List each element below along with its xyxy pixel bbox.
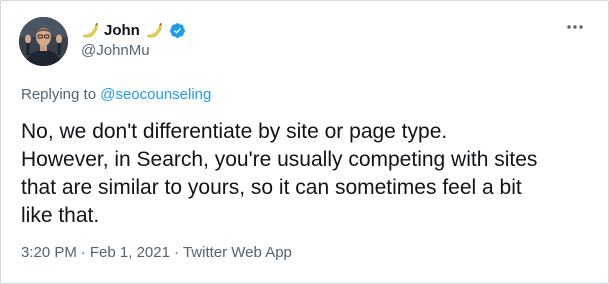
- author-handle[interactable]: @JohnMu: [81, 42, 150, 59]
- tweet-source[interactable]: Twitter Web App: [183, 244, 292, 261]
- tweet-date[interactable]: Feb 1, 2021: [90, 244, 170, 261]
- replying-to-label: Replying to: [21, 86, 101, 103]
- avatar[interactable]: [19, 17, 68, 66]
- banana-icon: [83, 22, 98, 38]
- meta-separator: ·: [173, 244, 179, 261]
- banana-icon: [147, 22, 162, 38]
- verified-badge-icon: [169, 22, 185, 38]
- author-name-row[interactable]: John: [81, 20, 186, 40]
- tweet-time[interactable]: 3:20 PM: [21, 244, 77, 261]
- reply-mention-link[interactable]: @seocounseling: [100, 86, 211, 103]
- tweet-text: No, we don't differentiate by site or pa…: [21, 120, 538, 227]
- meta-separator: ·: [80, 244, 86, 261]
- avatar-photo: [19, 17, 68, 66]
- author-name: John: [104, 21, 140, 39]
- more-horizontal-icon[interactable]: [564, 19, 586, 35]
- tweet-meta: 3:20 PM · Feb 1, 2021 · Twitter Web App: [21, 244, 292, 261]
- replying-to: Replying to @seocounseling: [21, 86, 211, 103]
- tweet-card: John @JohnMu Replying to @seocounseling …: [0, 0, 609, 284]
